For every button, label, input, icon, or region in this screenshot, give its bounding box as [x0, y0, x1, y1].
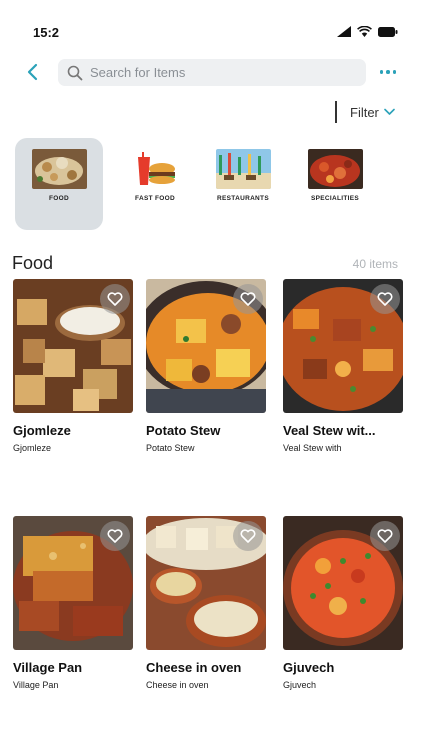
item-subtitle: Potato Stew	[146, 443, 195, 453]
item-name: Gjuvech	[283, 660, 335, 675]
back-button[interactable]	[22, 60, 44, 84]
more-icon-dot	[379, 70, 384, 74]
category-specialities-image	[308, 149, 363, 189]
item-name: Cheese in oven	[146, 660, 242, 675]
item-subtitle: Gjuvech	[283, 680, 317, 690]
heart-icon	[240, 529, 256, 543]
search-input[interactable]	[90, 65, 350, 80]
item-count: 40 items	[352, 257, 398, 271]
category-list: FOOD FAST FOOD RESTAURANTS SPECIALITIES	[15, 138, 415, 230]
chevron-down-icon	[384, 108, 395, 115]
category-label: RESTAURANTS	[217, 195, 269, 202]
item-card[interactable]: Gjuvech Gjuvech	[283, 516, 403, 690]
item-card[interactable]: Potato Stew Potato Stew	[146, 279, 266, 453]
search-bar[interactable]	[58, 59, 366, 86]
item-name: Village Pan	[13, 660, 83, 675]
category-specialities[interactable]: SPECIALITIES	[291, 138, 379, 230]
heart-icon	[107, 292, 123, 306]
item-name: Potato Stew	[146, 423, 221, 438]
item-image	[146, 279, 266, 413]
category-food[interactable]: FOOD	[15, 138, 103, 230]
item-card[interactable]: Village Pan Village Pan	[13, 516, 133, 690]
item-name: Veal Stew wit...	[283, 423, 376, 438]
more-button[interactable]	[375, 63, 401, 81]
favorite-button[interactable]	[370, 521, 400, 551]
more-icon-dot	[386, 70, 390, 74]
item-card[interactable]: Cheese in oven Cheese in oven	[146, 516, 266, 690]
heart-icon	[107, 529, 123, 543]
category-fast-food[interactable]: FAST FOOD	[111, 138, 199, 230]
item-name: Gjomleze	[13, 423, 71, 438]
item-card[interactable]: Gjomleze Gjomleze	[13, 279, 133, 453]
heart-icon	[377, 292, 393, 306]
more-icon-dot	[392, 70, 397, 74]
favorite-button[interactable]	[233, 521, 263, 551]
wifi-icon	[357, 26, 372, 37]
battery-icon	[378, 26, 398, 37]
status-time: 15:2	[33, 25, 60, 40]
status-bar: 15:2	[0, 0, 422, 56]
category-label: SPECIALITIES	[310, 195, 360, 202]
category-label: FOOD	[49, 195, 69, 202]
search-icon	[60, 59, 90, 86]
item-image	[13, 279, 133, 413]
heart-icon	[377, 529, 393, 543]
category-food-image	[32, 149, 87, 189]
item-image	[13, 516, 133, 650]
category-fast-food-image	[128, 149, 183, 189]
item-card[interactable]: Veal Stew wit... Veal Stew with	[283, 279, 403, 453]
favorite-button[interactable]	[233, 284, 263, 314]
category-restaurants[interactable]: RESTAURANTS	[199, 138, 287, 230]
back-arrow-icon	[27, 63, 38, 81]
filter-button[interactable]: Filter	[335, 100, 395, 124]
item-image	[283, 516, 403, 650]
item-subtitle: Veal Stew with	[283, 443, 342, 453]
category-label: FAST FOOD	[135, 195, 175, 202]
item-subtitle: Village Pan	[13, 680, 59, 690]
heart-icon	[240, 292, 256, 306]
filter-label: Filter	[350, 104, 379, 120]
favorite-button[interactable]	[100, 284, 130, 314]
signal-icon	[337, 26, 351, 37]
item-image	[146, 516, 266, 650]
status-icons	[337, 26, 398, 37]
favorite-button[interactable]	[370, 284, 400, 314]
item-subtitle: Gjomleze	[13, 443, 52, 453]
header	[0, 56, 422, 90]
category-restaurants-image	[216, 149, 271, 189]
section-title: Food	[12, 253, 54, 273]
favorite-button[interactable]	[100, 521, 130, 551]
filter-divider	[335, 101, 337, 123]
item-subtitle: Cheese in oven	[146, 680, 209, 690]
item-image	[283, 279, 403, 413]
